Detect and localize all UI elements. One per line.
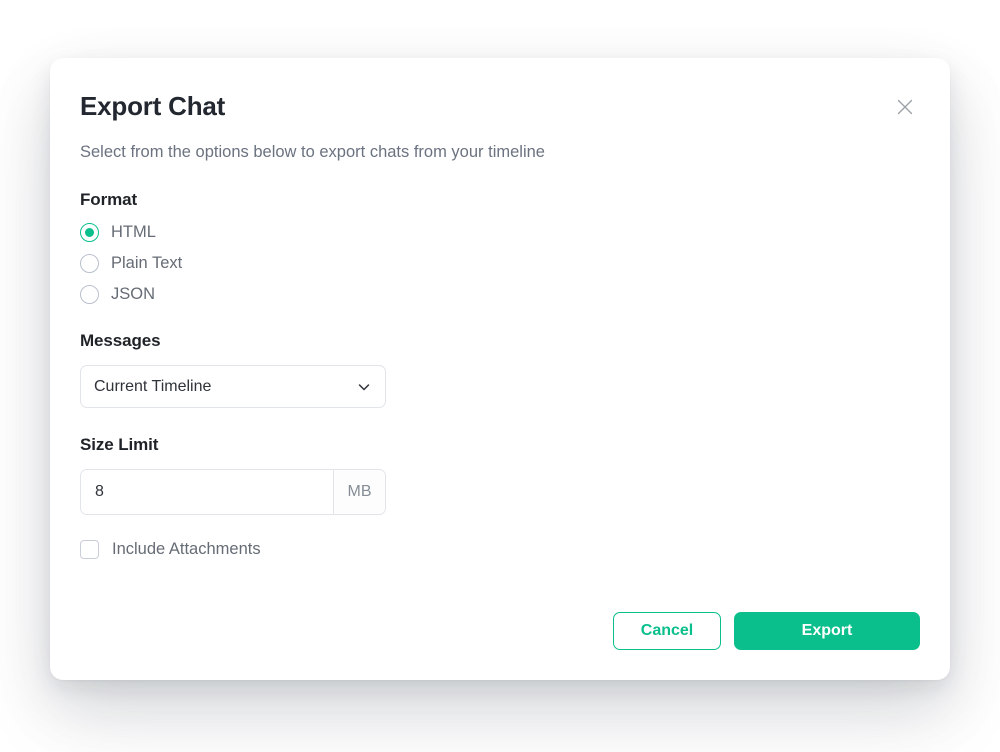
dialog-subtitle: Select from the options below to export …	[80, 143, 545, 161]
radio-option-html[interactable]: HTML	[80, 223, 156, 243]
messages-section-label: Messages	[80, 331, 161, 351]
format-section-label: Format	[80, 190, 138, 210]
radio-icon	[80, 285, 99, 305]
page-title: Export Chat	[80, 91, 226, 121]
radio-option-json[interactable]: JSON	[80, 285, 156, 305]
radio-icon	[80, 254, 99, 274]
radio-option-plain-text[interactable]: Plain Text	[80, 254, 183, 274]
page-backdrop: Export Chat Select from the options belo…	[0, 0, 1000, 752]
size-limit-unit: MB	[333, 470, 385, 515]
export-button[interactable]: Export	[734, 612, 920, 650]
dialog-footer: Cancel Export	[613, 612, 920, 650]
include-attachments-label: Include Attachments	[112, 540, 261, 559]
format-radio-group: HTML Plain Text JSON	[80, 223, 920, 305]
checkbox-icon	[80, 540, 99, 560]
chevron-down-icon	[356, 379, 372, 395]
messages-select-value: Current Timeline	[94, 377, 212, 395]
radio-label: JSON	[111, 285, 156, 304]
size-limit-section-label: Size Limit	[80, 435, 159, 455]
size-limit-input[interactable]	[81, 470, 333, 515]
export-chat-dialog: Export Chat Select from the options belo…	[50, 58, 950, 680]
radio-label: HTML	[111, 223, 156, 242]
radio-icon	[80, 223, 99, 243]
size-limit-input-group: MB	[80, 469, 386, 516]
dialog-header: Export Chat	[80, 90, 922, 124]
cancel-button[interactable]: Cancel	[613, 612, 721, 650]
close-button[interactable]	[888, 90, 922, 124]
close-icon	[894, 96, 916, 118]
include-attachments-checkbox-row[interactable]: Include Attachments	[80, 540, 261, 560]
messages-select-wrapper: Current Timeline	[80, 365, 386, 409]
messages-select[interactable]: Current Timeline	[80, 365, 386, 409]
radio-label: Plain Text	[111, 254, 183, 273]
dialog-body: Export Chat Select from the options belo…	[50, 58, 950, 680]
